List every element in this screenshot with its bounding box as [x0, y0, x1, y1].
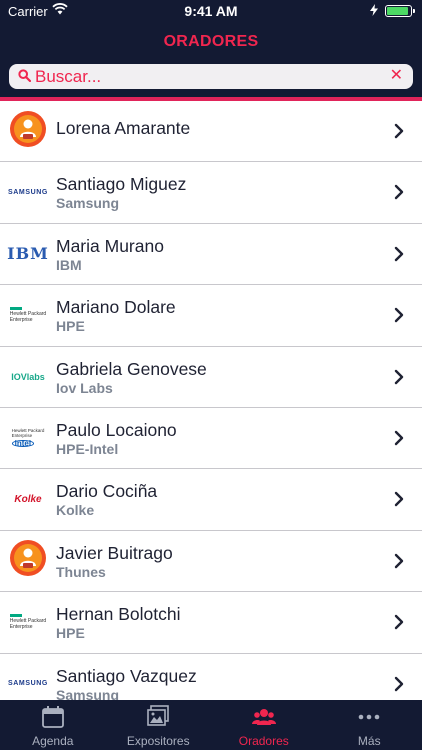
speaker-company: Iov Labs: [56, 379, 113, 396]
speaker-row[interactable]: Hewlett Packard Enterprise intel Paulo Loca…: [0, 407, 422, 470]
charging-icon: [370, 4, 378, 16]
speaker-name: Hernan Bolotchi: [56, 604, 181, 625]
speaker-name: Paulo Locaiono: [56, 419, 177, 440]
speaker-logo: SAMSUNG: [8, 666, 48, 700]
search-icon: [18, 69, 32, 87]
chevron-right-icon: [394, 184, 404, 205]
speaker-logo: [8, 540, 48, 581]
speaker-name: Santiago Miguez: [56, 174, 187, 195]
tab-expositores[interactable]: Expositores: [106, 700, 212, 750]
speaker-name: Maria Murano: [56, 235, 164, 256]
battery-icon: [385, 5, 415, 17]
kolke-logo: Kolke: [14, 493, 42, 505]
speaker-logo: Hewlett Packard Enterprise intel: [8, 420, 48, 456]
person-badge-icon: [10, 110, 46, 152]
chevron-right-icon: [394, 246, 404, 267]
speaker-row[interactable]: Hewlett Packard Enterprise Hernan Bolotchi…: [0, 592, 422, 654]
speaker-name: Santiago Vazquez: [56, 665, 197, 686]
ibm-logo: IBM: [7, 244, 49, 264]
tab-bar: Agenda Expositores Oradores Más: [0, 700, 422, 750]
speaker-logo: Hewlett Packard Enterprise: [8, 297, 48, 333]
hpe-intel-logo: Hewlett Packard Enterprise intel: [11, 428, 45, 449]
hpe-logo: Hewlett Packard Enterprise: [9, 614, 46, 630]
status-bar: Carrier 9:41 AM: [0, 0, 422, 22]
speaker-company: IBM: [56, 256, 82, 273]
speaker-logo: SAMSUNG: [8, 174, 48, 210]
speaker-row[interactable]: IOVlabs Gabriela Genovese Iov Labs: [0, 346, 422, 408]
speaker-row[interactable]: Kolke Dario Cociña Kolke: [0, 469, 422, 531]
speaker-company: Thunes: [56, 563, 106, 580]
chevron-right-icon: [394, 614, 404, 635]
hpe-logo: Hewlett Packard Enterprise: [9, 307, 46, 323]
speaker-row[interactable]: IBM Maria Murano IBM: [0, 223, 422, 286]
tab-oradores[interactable]: Oradores: [211, 700, 317, 750]
speaker-row[interactable]: Lorena Amarante: [0, 101, 422, 163]
tab-agenda[interactable]: Agenda: [0, 700, 106, 750]
speaker-logo: Kolke: [8, 481, 48, 517]
speaker-logo: IOVlabs: [8, 359, 48, 395]
speaker-name: Javier Buitrago: [56, 542, 173, 563]
clock: 9:41 AM: [184, 3, 238, 19]
tab-mas-label: Más: [357, 734, 381, 748]
speaker-row[interactable]: Hewlett Packard Enterprise Mariano Dolare H…: [0, 285, 422, 347]
speaker-name: Mariano Dolare: [56, 297, 176, 318]
photos-icon: [146, 705, 170, 729]
page-title: ORADORES: [163, 33, 259, 50]
speaker-company: HPE: [56, 625, 85, 642]
speaker-logo: [8, 110, 48, 152]
person-badge-icon: [10, 540, 46, 581]
speaker-row[interactable]: Javier Buitrago Thunes: [0, 530, 422, 593]
chevron-right-icon: [394, 307, 404, 328]
tab-expositores-label: Expositores: [126, 734, 190, 748]
speaker-logo: Hewlett Packard Enterprise: [8, 604, 48, 640]
speaker-company: HPE-Intel: [56, 440, 119, 457]
speaker-name: Lorena Amarante: [56, 118, 191, 138]
tab-oradores-label: Oradores: [238, 734, 289, 748]
chevron-right-icon: [394, 553, 404, 574]
chevron-right-icon: [394, 491, 404, 512]
calendar-icon: [41, 705, 65, 729]
speaker-logo: IBM: [7, 236, 49, 272]
more-dots-icon: [357, 705, 381, 729]
speaker-row[interactable]: SAMSUNG Santiago Vazquez Samsung: [0, 653, 422, 700]
chevron-right-icon: [394, 676, 404, 697]
tab-agenda-label: Agenda: [32, 734, 74, 748]
samsung-logo: SAMSUNG: [8, 188, 48, 196]
battery-level: [387, 7, 408, 15]
speaker-row[interactable]: SAMSUNG Santiago Miguez Samsung: [0, 162, 422, 224]
chevron-right-icon: [394, 369, 404, 390]
iovlabs-logo: IOVlabs: [11, 371, 45, 382]
search-input[interactable]: [35, 64, 375, 89]
speaker-company: Samsung: [56, 686, 120, 700]
speaker-company: HPE: [56, 318, 85, 335]
tab-mas[interactable]: Más: [317, 700, 422, 750]
search-bar[interactable]: ✕: [9, 64, 413, 89]
people-icon: [251, 705, 277, 729]
chevron-right-icon: [394, 123, 404, 144]
speaker-list[interactable]: Lorena Amarante SAMSUNG Santiago Miguez Sam…: [0, 101, 422, 700]
navigation-header: Carrier 9:41 AM ORADORES ✕: [0, 0, 422, 101]
speaker-company: Kolke: [56, 502, 95, 519]
speaker-name: Dario Cociña: [56, 481, 158, 502]
clear-search-icon[interactable]: ✕: [390, 67, 403, 85]
chevron-right-icon: [394, 430, 404, 451]
speaker-name: Gabriela Genovese: [56, 358, 207, 379]
samsung-logo: SAMSUNG: [8, 680, 48, 688]
speaker-company: Samsung: [56, 195, 120, 212]
